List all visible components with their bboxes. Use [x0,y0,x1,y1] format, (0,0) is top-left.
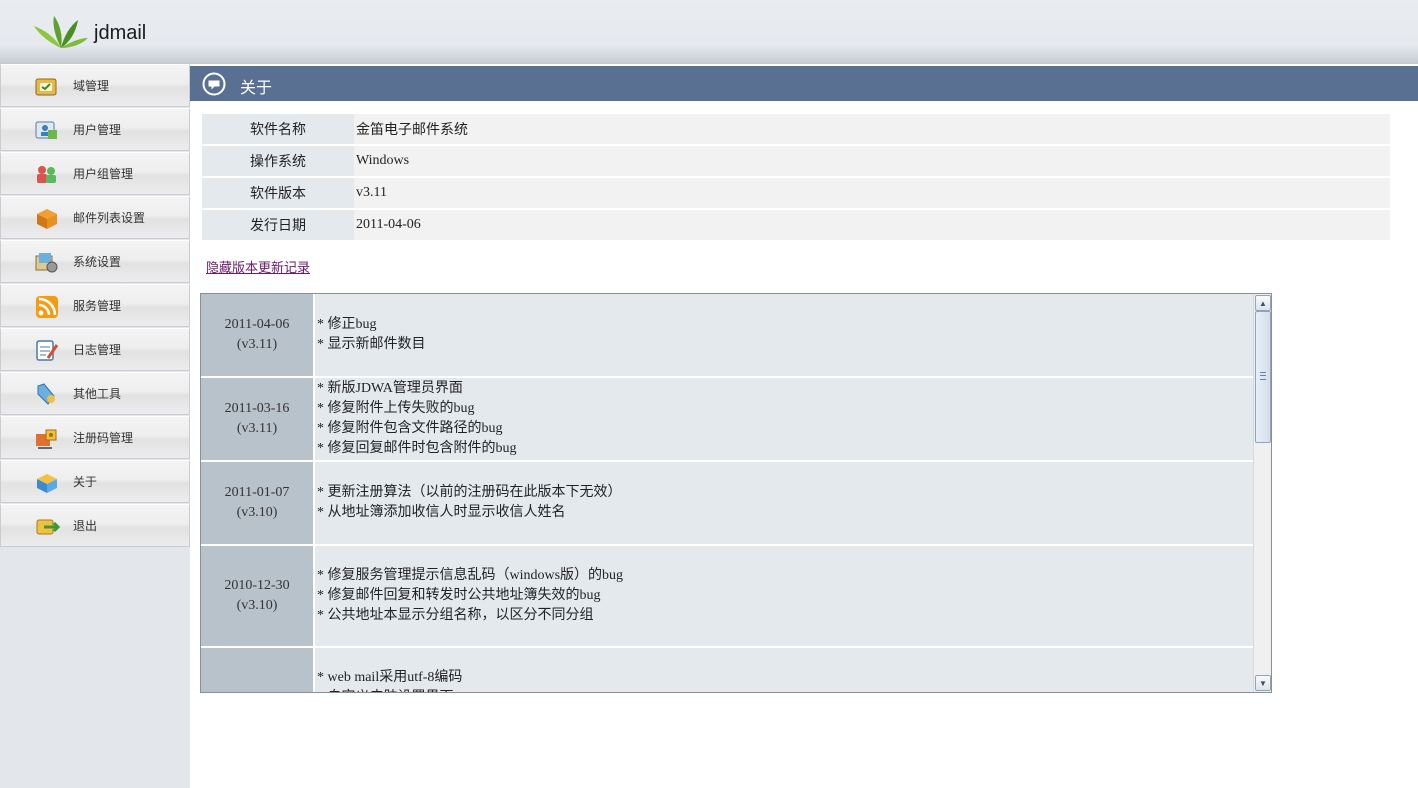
changelog-scrollbar[interactable]: ▲ ▼ [1253,294,1271,692]
sidebar-item-label: 系统设置 [73,255,122,269]
sidebar-item-label: 用户组管理 [73,167,134,181]
sidebar-item-label: 邮件列表设置 [73,211,146,225]
release-version: (v3.11) [236,421,278,436]
changelog-note: * 公共地址本显示分组名称，以区分不同分组 [317,608,594,623]
sidebar: 域管理用户管理用户组管理邮件列表设置 系统设置服务管理日志管理其他工具注册码管理关… [0,64,190,788]
sidebar-item[interactable]: 注册码管理 [0,416,190,459]
scroll-down-button[interactable]: ▼ [1255,675,1271,691]
jdmail-logo-icon [34,16,88,48]
release-date: 2011-01-07 [224,485,290,500]
service-icon [36,296,58,318]
changelog-notes: * web mail采用utf-8编码 * 自定义皮肤设置界面 [315,648,1253,692]
sidebar-item-label: 退出 [73,519,98,533]
changelog-note: * web mail采用utf-8编码 [317,670,463,685]
sidebar-item[interactable]: 退出 [0,504,190,547]
info-value: 金笛电子邮件系统 [354,114,1390,144]
release-date: 2011-03-16 [224,401,290,416]
changelog-row: 2011-03-16 (v3.11) * 新版JDWA管理员界面 * 修复附件上传失败… [201,378,1253,462]
info-key: 操作系统 [202,146,354,176]
sidebar-item-label: 关于 [73,475,98,489]
sidebar-item-label: 用户管理 [73,123,122,137]
changelog-date-cell: 2011-03-16 (v3.11) [201,378,315,460]
brand-name: jdmail [94,22,147,44]
main-content: 关于 软件名称 金笛电子邮件系统 操作系统 Windows 软件版本 v3.11 发行日期 2… [190,64,1418,788]
changelog-notes: * 更新注册算法（以前的注册码在此版本下无效） * 从地址簿添加收信人时显示收信人… [315,462,1253,544]
sidebar-item[interactable]: 关于 [0,460,190,503]
sidebar-item[interactable]: 系统设置 [0,240,190,283]
sidebar-item-label: 注册码管理 [73,431,134,445]
changelog-note: * 更新注册算法（以前的注册码在此版本下无效） [317,485,622,500]
changelog-row: 2011-01-07 (v3.10) * 更新注册算法（以前的注册码在此版本下无效）… [201,462,1253,546]
changelog-row: 2011-04-06 (v3.11) * 修正bug * 显示新邮件数目 [201,294,1253,378]
changelog-list: 2011-04-06 (v3.11) * 修正bug * 显示新邮件数目 2011-03… [201,294,1253,692]
log-icon [36,340,59,361]
changelog-row: 2010-12-30 (v3.10) * 修复服务管理提示信息乱码（windows版… [201,546,1253,648]
changelog-note: * 修复回复邮件时包含附件的bug [317,441,517,456]
page-title: 关于 [240,78,273,97]
scroll-up-button[interactable]: ▲ [1255,295,1271,311]
domain-icon [35,78,57,96]
changelog-note: * 显示新邮件数目 [317,337,426,352]
changelog-notes: * 修正bug * 显示新邮件数目 [315,294,1253,376]
tools-icon [37,383,55,405]
changelog-notes: * 新版JDWA管理员界面 * 修复附件上传失败的bug * 修复附件包含文件路径的… [315,378,1253,460]
changelog-date-cell: 2011-01-07 (v3.10) [201,462,315,544]
changelog-notes: * 修复服务管理提示信息乱码（windows版）的bug * 修复邮件回复和转发时… [315,546,1253,646]
speech-bubble-icon [202,72,226,96]
mailing-list-icon [37,209,57,229]
info-row: 操作系统 Windows [202,146,1390,176]
changelog-note: * 修复服务管理提示信息乱码（windows版）的bug [317,568,624,583]
sidebar-item[interactable]: 用户组管理 [0,152,190,195]
sidebar-item-label: 域管理 [73,79,110,93]
header: jdmail [0,0,1418,64]
sidebar-item[interactable]: 其他工具 [0,372,190,415]
user-group-icon [37,166,56,183]
software-info-table: 软件名称 金笛电子邮件系统 操作系统 Windows 软件版本 v3.11 发行日期 2011… [202,112,1390,242]
sidebar-item[interactable]: 邮件列表设置 [0,196,190,239]
sidebar-item[interactable]: 域管理 [0,64,190,107]
grip-icon [1260,372,1266,380]
sidebar-item-label: 服务管理 [73,299,122,313]
info-key: 发行日期 [202,210,354,240]
changelog-note: * 修复附件上传失败的bug [317,401,475,416]
hide-history-link[interactable]: 隐藏版本更新记录 [206,257,310,276]
info-key: 软件版本 [202,178,354,208]
sidebar-item-label: 日志管理 [73,343,122,357]
info-key: 软件名称 [202,114,354,144]
release-version: (v3.11) [236,337,278,352]
info-row: 软件名称 金笛电子邮件系统 [202,114,1390,144]
info-row: 发行日期 2011-04-06 [202,210,1390,240]
info-value: 2011-04-06 [354,210,1390,240]
changelog-note: * 修正bug [317,317,377,332]
info-value: Windows [354,146,1390,176]
changelog-note: * 修复邮件回复和转发时公共地址簿失效的bug [317,588,601,603]
system-settings-icon [35,253,58,273]
changelog-date-cell: 2011-04-06 (v3.11) [201,294,315,376]
changelog-note: * 修复附件包含文件路径的bug [317,421,503,436]
registration-key-icon [36,429,57,449]
sidebar-item-label: 其他工具 [73,387,122,401]
title-bar: 关于 [190,66,1418,101]
changelog-note: * 新版JDWA管理员界面 [317,381,463,396]
scroll-thumb[interactable] [1255,311,1271,443]
about-icon [37,474,57,493]
changelog-date-cell [201,648,315,692]
logout-icon [36,519,60,535]
release-date: 2010-12-30 [224,578,290,593]
changelog-date-cell: 2010-12-30 (v3.10) [201,546,315,646]
sidebar-item[interactable]: 服务管理 [0,284,190,327]
info-row: 软件版本 v3.11 [202,178,1390,208]
release-date: 2011-04-06 [224,317,290,332]
info-value: v3.11 [354,178,1390,208]
release-version: (v3.10) [236,598,278,613]
sidebar-item[interactable]: 用户管理 [0,108,190,151]
changelog-row: * web mail采用utf-8编码 * 自定义皮肤设置界面 [201,648,1253,692]
changelog-note: * 自定义皮肤设置界面 [317,688,1253,692]
user-icon [35,121,57,139]
changelog-panel[interactable]: 2011-04-06 (v3.11) * 修正bug * 显示新邮件数目 2011-03… [200,293,1272,693]
release-version: (v3.10) [236,505,278,520]
sidebar-item[interactable]: 日志管理 [0,328,190,371]
changelog-note: * 从地址簿添加收信人时显示收信人姓名 [317,505,566,520]
